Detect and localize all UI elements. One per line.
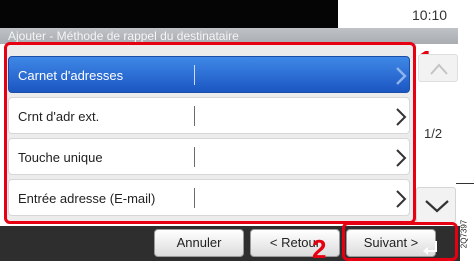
cancel-button-label: Annuler	[176, 235, 222, 250]
callout-number-2: 2	[312, 234, 327, 261]
cancel-button[interactable]: Annuler	[154, 229, 244, 257]
screen-title: Ajouter - Méthode de rappel du destinata…	[8, 29, 239, 43]
document-code-text: 2Q7397	[459, 219, 469, 249]
callout-box-2	[342, 222, 458, 261]
annotation-leader-line	[456, 183, 474, 184]
chevron-up-icon	[430, 63, 448, 75]
screen: 10:10 Ajouter - Méthode de rappel du des…	[0, 0, 474, 261]
scroll-down-button[interactable]	[416, 187, 456, 223]
chevron-down-icon	[425, 200, 449, 213]
scroll-up-button[interactable]	[418, 54, 458, 82]
status-bar	[0, 0, 338, 28]
clock: 10:10	[412, 7, 448, 23]
back-button[interactable]: < Retour	[250, 229, 340, 257]
callout-box-1	[4, 42, 416, 224]
page-indicator: 1/2	[424, 126, 443, 141]
